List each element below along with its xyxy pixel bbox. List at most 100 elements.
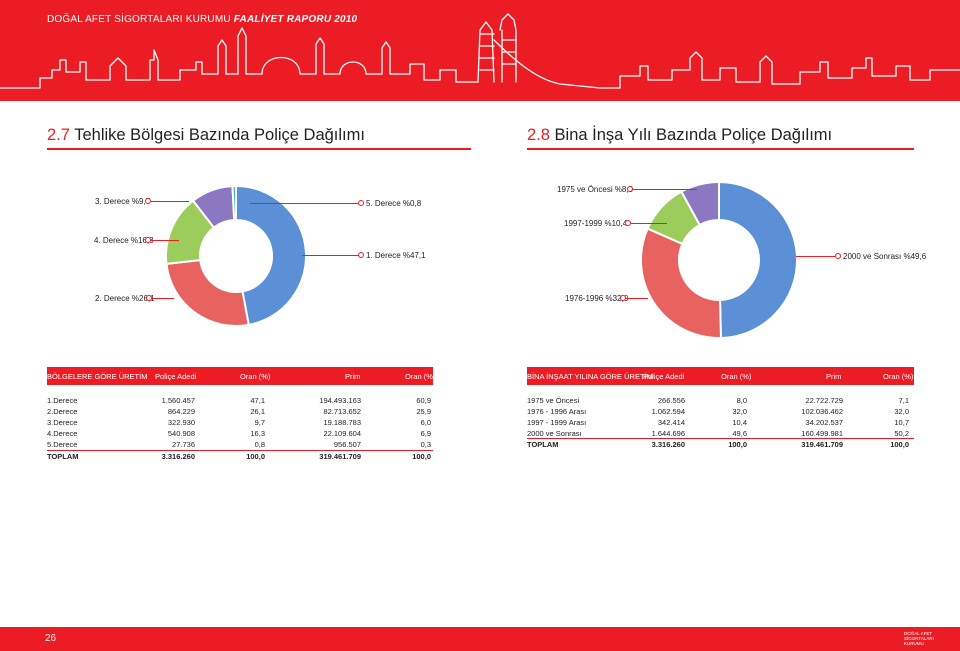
- table-cell: 1.644.696: [651, 429, 685, 438]
- col-header: Prim: [345, 372, 361, 381]
- table-cell: 1.Derece: [47, 396, 78, 405]
- callout-line: [631, 223, 667, 224]
- table-row: 1997 - 1999 Arası 342.414 10,4 34.202.53…: [527, 418, 914, 429]
- col-header: Oran (%): [240, 372, 271, 381]
- callout-label-1975-oncesi: 1975 ve Öncesi %8,0: [557, 185, 634, 194]
- table-body-left: 1.Derece 1.560.457 47,1 194.493.163 60,9…: [47, 396, 433, 466]
- page-number: 26: [45, 633, 57, 644]
- donut-slice-0: [718, 180, 798, 340]
- table-cell: 2.Derece: [47, 407, 78, 416]
- table-cell: TOPLAM: [527, 440, 559, 449]
- table-cell: 3.Derece: [47, 418, 78, 427]
- col-header: BİNA İNŞAAT YILINA GÖRE ÜRETİM: [527, 372, 653, 381]
- callout-label-5-derece: 5. Derece %0,8: [366, 199, 422, 208]
- report-name: FAALİYET RAPORU 2010: [233, 14, 358, 25]
- table-total-row: TOPLAM 3.316.260 100,0 319.461.709 100,0: [47, 452, 433, 463]
- total-separator-right: [527, 438, 914, 439]
- section-number-right: 2.8: [527, 126, 550, 144]
- table-cell: 49,6: [732, 429, 747, 438]
- table-cell: 27.736: [172, 440, 195, 449]
- table-cell: 319.461.709: [801, 440, 843, 449]
- table-cell: 100,0: [246, 452, 265, 461]
- table-cell: 26,1: [250, 407, 265, 416]
- donut-slice-0: [235, 184, 307, 327]
- callout-line: [633, 189, 697, 190]
- table-cell: 32,0: [732, 407, 747, 416]
- col-header: Poliçe Adedi: [643, 372, 685, 381]
- table-header-right: BİNA İNŞAAT YILINA GÖRE ÜRETİM Poliçe Ad…: [527, 367, 914, 385]
- table-cell: 10,4: [732, 418, 747, 427]
- table-cell: 60,9: [416, 396, 431, 405]
- table-cell: 1.560.457: [161, 396, 195, 405]
- table-cell: 3.316.260: [651, 440, 685, 449]
- footer-bar: [0, 627, 960, 651]
- table-cell: 1976 - 1996 Arası: [527, 407, 587, 416]
- col-header: Oran (%): [883, 372, 914, 381]
- callout-label-3-derece: 3. Derece %9,7: [95, 197, 151, 206]
- table-cell: 16,3: [250, 429, 265, 438]
- callout-line: [152, 298, 174, 299]
- donut-slice-1: [165, 258, 250, 327]
- table-cell: 160.499.981: [801, 429, 843, 438]
- dask-logo: dask DOĞAL AFET SİGORTALARI KURUMU: [890, 600, 950, 646]
- table-row: 1976 - 1996 Arası 1.062.594 32,0 102.036…: [527, 407, 914, 418]
- table-cell: 4.Derece: [47, 429, 78, 438]
- table-cell: 1.062.594: [651, 407, 685, 416]
- table-cell: 956.507: [333, 440, 361, 449]
- report-header: DOĞAL AFET SİGORTALARI KURUMU FAALİYET R…: [47, 14, 357, 25]
- donut-slice-4: [231, 184, 237, 222]
- col-header: Poliçe Adedi: [155, 372, 197, 381]
- donut-chart-construction-year: [640, 180, 798, 340]
- table-cell: 0,8: [254, 440, 265, 449]
- col-header: Prim: [826, 372, 842, 381]
- table-cell: 100,0: [412, 452, 431, 461]
- callout-line: [796, 256, 835, 257]
- table-cell: TOPLAM: [47, 452, 79, 461]
- table-row: 1975 ve Öncesi 266.556 8,0 22.722.729 7,…: [527, 396, 914, 407]
- callout-line: [626, 298, 648, 299]
- table-cell: 100,0: [890, 440, 909, 449]
- table-cell: 1997 - 1999 Arası: [527, 418, 587, 427]
- col-header: Oran (%): [405, 372, 436, 381]
- table-cell: 6,9: [420, 429, 431, 438]
- table-cell: 50,2: [894, 429, 909, 438]
- table-row: 3.Derece 322.930 9,7 19.188.783 6,0: [47, 418, 433, 429]
- table-cell: 102.036.462: [801, 407, 843, 416]
- table-cell: 266.556: [657, 396, 685, 405]
- section-text-left: Tehlike Bölgesi Bazında Poliçe Dağılımı: [74, 126, 365, 144]
- table-row: 4.Derece 540.908 16,3 22.109.604 6,9: [47, 429, 433, 440]
- table-cell: 22.722.729: [805, 396, 843, 405]
- section-title-left: 2.7 Tehlike Bölgesi Bazında Poliçe Dağıl…: [47, 126, 365, 145]
- table-total-row: TOPLAM 3.316.260 100,0 319.461.709 100,0: [527, 440, 914, 451]
- table-cell: 10,7: [894, 418, 909, 427]
- col-header: Oran (%): [721, 372, 752, 381]
- callout-line: [151, 201, 189, 202]
- callout-line: [151, 240, 179, 241]
- callout-label-2000-sonrasi: 2000 ve Sonrası %49,6: [843, 252, 927, 261]
- callout-dot: [358, 200, 364, 206]
- table-cell: 19.188.783: [323, 418, 361, 427]
- section-title-right: 2.8 Bina İnşa Yılı Bazında Poliçe Dağılı…: [527, 126, 832, 145]
- table-cell: 1975 ve Öncesi: [527, 396, 580, 405]
- table-cell: 47,1: [250, 396, 265, 405]
- table-cell: 342.414: [657, 418, 685, 427]
- callout-dot: [358, 252, 364, 258]
- table-cell: 32,0: [894, 407, 909, 416]
- table-cell: 82.713.652: [323, 407, 361, 416]
- callout-line: [302, 255, 358, 256]
- col-header: BÖLGELERE GÖRE ÜRETİM: [47, 372, 148, 381]
- table-cell: 9,7: [254, 418, 265, 427]
- table-cell: 322.930: [167, 418, 195, 427]
- logo-text: dask: [894, 606, 941, 631]
- callout-label-1997-1999: 1997-1999 %10,4: [564, 219, 628, 228]
- table-cell: 7,1: [898, 396, 909, 405]
- table-row: 1.Derece 1.560.457 47,1 194.493.163 60,9: [47, 396, 433, 407]
- donut-slice-1: [640, 227, 722, 339]
- callout-line: [250, 203, 358, 204]
- table-cell: 0,3: [420, 440, 431, 449]
- callout-label-1-derece: 1. Derece %47,1: [366, 251, 426, 260]
- org-name: DOĞAL AFET SİGORTALARI KURUMU: [47, 14, 231, 25]
- table-cell: 8,0: [736, 396, 747, 405]
- callout-label-1976-1996: 1976-1996 %32,0: [565, 294, 629, 303]
- table-cell: 540.908: [167, 429, 195, 438]
